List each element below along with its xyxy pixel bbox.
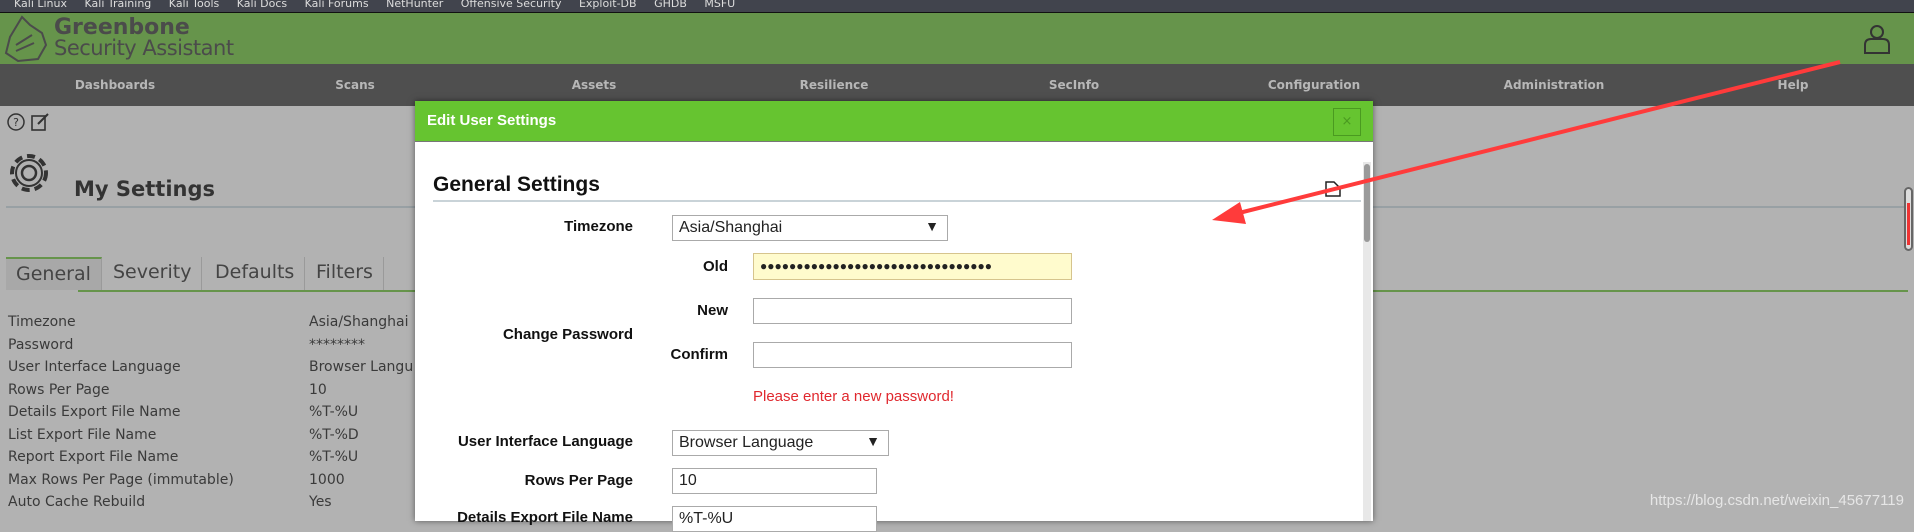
annotation-arrow [1212, 60, 1841, 224]
watermark: https://blog.csdn.net/weixin_45677119 [1649, 492, 1904, 509]
page-scrollbar[interactable] [1904, 187, 1913, 251]
